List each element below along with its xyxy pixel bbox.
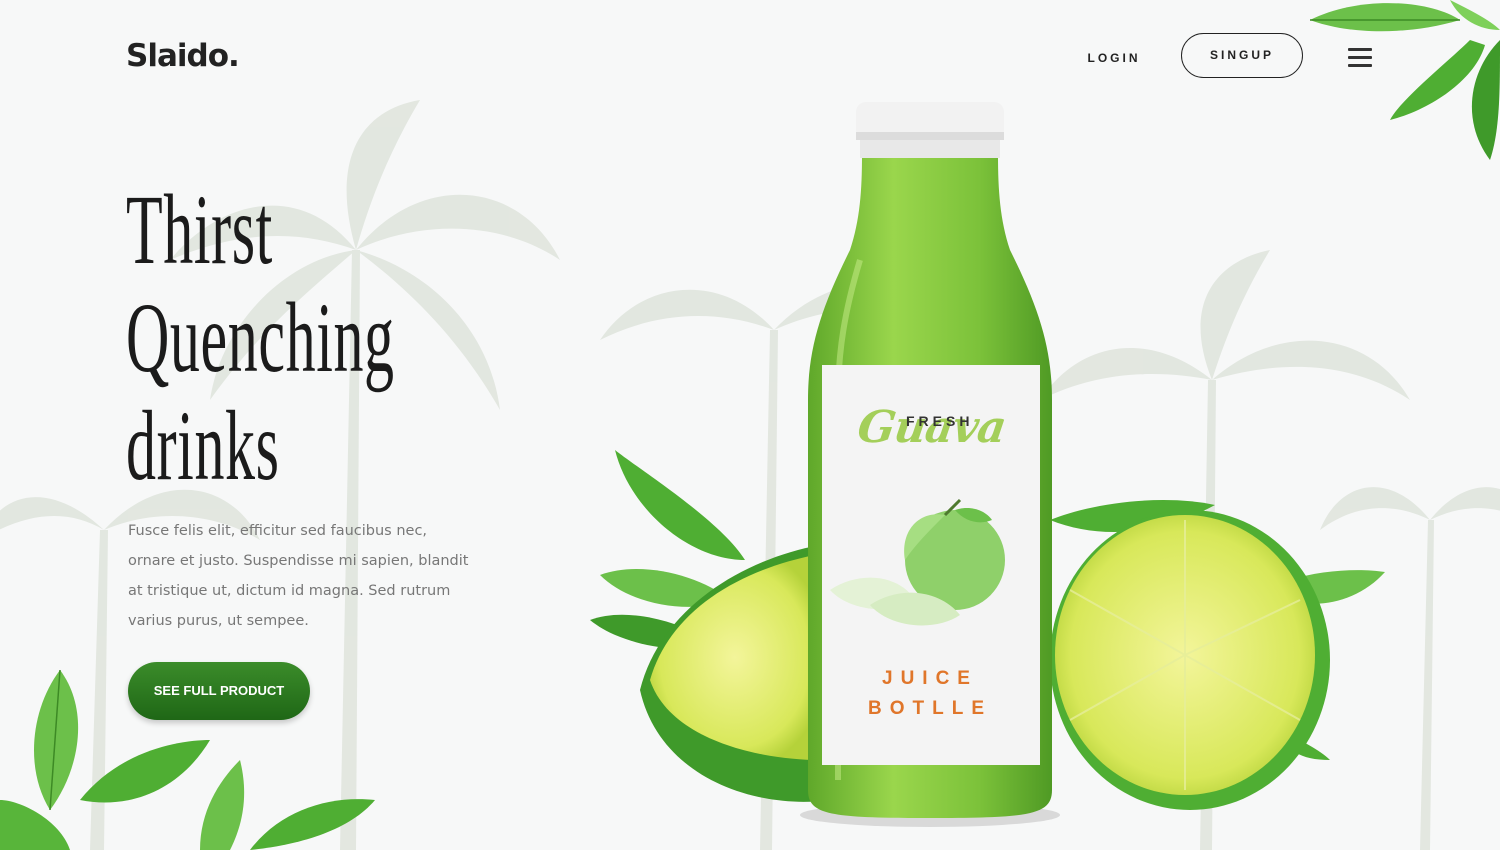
signup-button[interactable]: SINGUP	[1181, 33, 1303, 78]
juice-bottle-product-image	[590, 102, 1385, 827]
hamburger-menu-icon[interactable]	[1348, 48, 1372, 67]
hero-title: Thirst Quenching drinks	[126, 176, 395, 500]
hero-title-line: Thirst	[126, 174, 273, 285]
see-full-product-button[interactable]: SEE FULL PRODUCT	[128, 662, 310, 720]
brand-logo[interactable]: Slaido.	[126, 38, 240, 74]
hero-title-line: Quenching	[126, 282, 395, 393]
top-right-leaves-decoration	[1310, 0, 1500, 160]
login-link[interactable]: LOGIN	[1080, 48, 1148, 68]
hero-description: Fusce felis elit, efficitur sed faucibus…	[128, 523, 469, 629]
label-juice-bottle-text: JUICE BOTLLE	[868, 668, 992, 719]
label-fresh-text: FRESH	[906, 413, 974, 429]
hero-title-line: drinks	[126, 390, 280, 501]
